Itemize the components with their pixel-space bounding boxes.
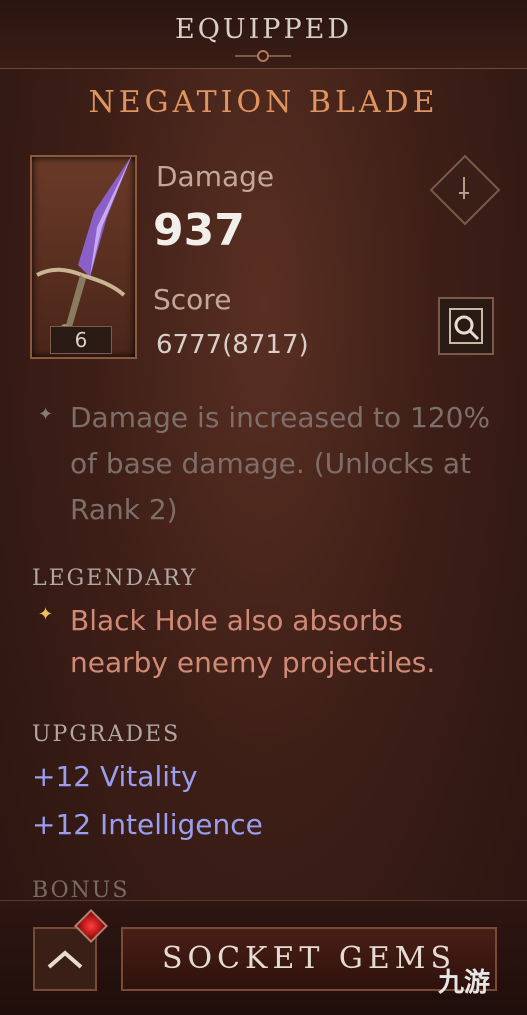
upgrades-heading: UPGRADES [32,722,181,747]
aspect-description: Damage is increased to 120% of base dama… [70,401,491,526]
equipped-label: EQUIPPED [175,14,352,45]
upgrade-vitality: +12 Vitality [32,760,198,793]
legendary-heading: LEGENDARY [32,566,198,591]
score-label: Score [153,283,232,316]
magnifier-icon [449,308,483,344]
star-bullet-icon: ✦ [38,604,54,625]
item-level-badge: 6 [50,326,112,354]
score-value: 6777(8717) [156,330,309,360]
item-name: NEGATION BLADE [88,85,439,120]
upgrade-intelligence: +12 Intelligence [32,808,263,841]
legendary-power-text: Black Hole also absorbs nearby enemy pro… [70,604,436,679]
damage-value: 937 [153,205,245,256]
sword-icon [459,177,469,199]
inspect-button[interactable] [438,297,494,355]
damage-label: Damage [156,160,275,193]
header-ornament-icon [235,50,291,62]
watermark-logo: 九游 [438,968,491,998]
diamond-bullet-icon: ✦ [38,404,54,425]
